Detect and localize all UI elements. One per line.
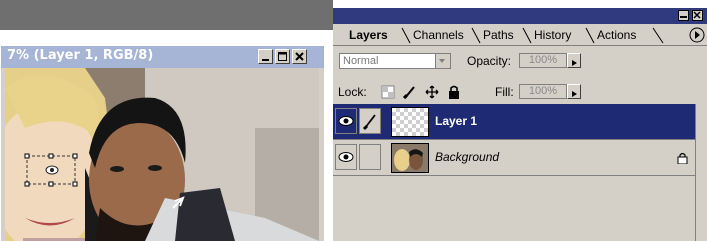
tab-divider-icon [652,27,664,44]
panel-menu-icon[interactable] [689,27,705,43]
blend-mode-select[interactable]: Normal [339,53,451,69]
layer-thumbnail [391,107,429,137]
document-title: 7% (Layer 1, RGB/8) [7,48,154,63]
document-window: 7% (Layer 1, RGB/8) [0,46,324,241]
tab-paths[interactable]: Paths [469,27,524,44]
tab-divider-icon [471,27,481,44]
palette-tabs: Layers Channels Paths History Actions [333,24,707,45]
layers-list: Layer 1 Background [333,104,695,241]
eye-icon [338,152,354,162]
tab-divider-icon [522,27,532,44]
tab-label: Layers [349,28,388,42]
layer-name[interactable]: Background [435,150,499,164]
palette-minimize-button[interactable] [678,10,689,21]
visibility-toggle[interactable] [335,108,357,134]
opacity-field[interactable]: 100% [519,53,567,68]
layer-link-toggle[interactable] [359,108,381,134]
lock-icon[interactable] [447,85,461,99]
close-button[interactable] [292,49,307,64]
chevron-right-icon [572,60,577,66]
lock-icon [677,152,688,164]
lock-label: Lock: [338,85,367,99]
tab-divider-icon [401,27,411,44]
tab-channels[interactable]: Channels [399,27,469,44]
visibility-toggle[interactable] [335,144,357,170]
chevron-right-icon [572,91,577,97]
close-icon [295,52,304,61]
maximize-icon [278,52,287,61]
layer-thumbnail [391,143,429,173]
layer-row-background[interactable]: Background [333,140,695,176]
tab-label: Channels [413,28,464,42]
tab-history[interactable]: History [520,27,586,44]
maximize-button[interactable] [275,49,290,64]
minimize-icon [262,59,269,61]
eye-icon [338,116,354,126]
fill-slider-button[interactable] [567,84,581,99]
layers-scrollbar[interactable] [695,104,707,241]
layers-palette: Layers Channels Paths History Actions No… [333,8,707,241]
brush-icon [362,114,376,131]
opacity-value: 100% [528,54,558,66]
minimize-icon [680,16,687,18]
layer-link-toggle[interactable] [359,144,381,170]
tab-label: History [534,28,572,42]
tab-actions[interactable]: Actions [583,27,655,44]
transparency-lock-icon[interactable] [381,85,395,99]
tab-underline [333,45,707,46]
chevron-down-icon [435,54,450,68]
background-gray-area [0,0,333,30]
brush-icon[interactable] [403,85,417,99]
minimize-button[interactable] [258,49,273,64]
canvas-photo[interactable] [5,68,319,241]
tab-label: Actions [597,28,637,42]
move-icon[interactable] [425,85,439,99]
blend-mode-value: Normal [343,55,379,67]
layer-row-layer-1[interactable]: Layer 1 [333,104,695,140]
document-title-bar[interactable]: 7% (Layer 1, RGB/8) [1,46,324,68]
tab-divider-icon [585,27,595,44]
tab-label: Paths [483,28,514,42]
palette-close-button[interactable] [692,10,703,21]
opacity-slider-button[interactable] [567,53,581,68]
layer-name[interactable]: Layer 1 [435,114,477,128]
tab-layers[interactable]: Layers [335,27,399,44]
fill-field[interactable]: 100% [519,84,567,99]
close-icon [693,11,701,19]
opacity-label: Opacity: [467,54,512,68]
fill-label: Fill: [495,85,514,99]
fill-value: 100% [528,85,558,97]
palette-title-bar[interactable] [333,8,707,24]
